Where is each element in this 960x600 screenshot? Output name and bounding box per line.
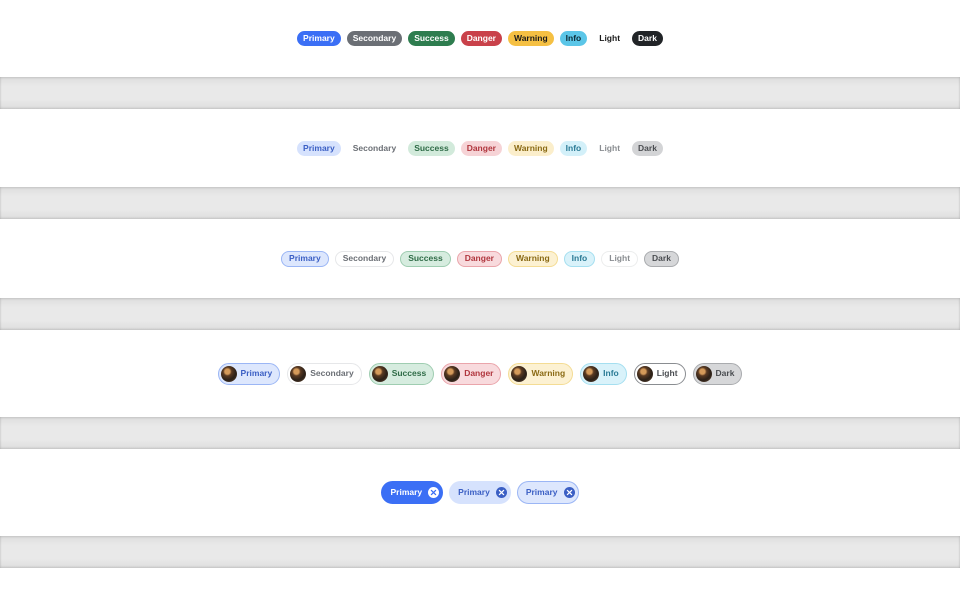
section-divider [0, 298, 960, 330]
section-divider [0, 77, 960, 109]
solid-badges-row: Primary Secondary Success Danger Warning Info… [0, 30, 960, 47]
avatar [636, 365, 653, 382]
badge-danger: Danger [441, 362, 502, 385]
badge-warning: Warning [507, 31, 554, 46]
close-icon[interactable] [495, 486, 507, 498]
badge-danger: Danger [460, 141, 502, 156]
badge-label: Secondary [352, 143, 397, 154]
badge-warning: Warning [508, 362, 574, 385]
badge-primary: Primary [297, 141, 341, 156]
badge-dark: Dark [692, 362, 743, 385]
badge-label: Info [565, 143, 582, 154]
badge-info: Info [580, 362, 627, 385]
badge-label: Dark [638, 143, 657, 154]
avatar [290, 365, 307, 382]
badge-label: Success [414, 33, 449, 44]
close-icon[interactable] [428, 486, 440, 498]
badge-secondary: Secondary [347, 141, 402, 156]
badge-label: Primary [240, 368, 273, 379]
badge-primary: Primary [449, 480, 511, 504]
badge-label: Info [603, 368, 619, 379]
badge-primary: Primary [281, 250, 329, 267]
closable-badges-row: Primary Primary Primary [0, 480, 960, 504]
badge-label: Danger [464, 368, 494, 379]
badge-label: Primary [525, 486, 558, 497]
badge-info: Info [563, 250, 596, 267]
avatar-badges-row: Primary Secondary Success Danger Warning Info… [0, 362, 960, 385]
avatar [511, 365, 528, 382]
bordered-badges-row: Primary Secondary Success Danger Warning Info… [0, 250, 960, 267]
badge-label: Warning [513, 143, 548, 154]
avatar [444, 365, 461, 382]
badge-danger: Danger [456, 250, 502, 267]
badge-label: Primary [303, 143, 335, 154]
badge-label: Danger [466, 33, 496, 44]
badge-label: Primary [390, 486, 423, 497]
badge-secondary: Secondary [346, 31, 403, 46]
avatar [583, 365, 600, 382]
badge-label: Dark [638, 33, 657, 44]
section-divider [0, 187, 960, 219]
badge-dark: Dark [632, 141, 663, 156]
close-icon[interactable] [563, 486, 575, 498]
badge-warning: Warning [507, 250, 558, 267]
badge-dark: Dark [644, 250, 679, 267]
badge-label: Light [609, 253, 631, 264]
badge-label: Info [571, 253, 588, 264]
badge-label: Success [391, 368, 427, 379]
badge-info: Info [559, 31, 588, 46]
badge-light: Light [601, 250, 639, 267]
badge-light: Light [633, 362, 686, 385]
badge-label: Warning [513, 33, 548, 44]
soft-badges-row: Primary Secondary Success Danger Warning Info… [0, 140, 960, 157]
badge-label: Light [656, 368, 678, 379]
badge-light: Light [593, 141, 626, 156]
badge-secondary: Secondary [334, 250, 395, 267]
badge-secondary: Secondary [287, 362, 362, 385]
badge-label: Secondary [310, 368, 354, 379]
badge-primary: Primary [516, 480, 579, 504]
badge-label: Warning [515, 253, 550, 264]
section-divider [0, 536, 960, 568]
badge-label: Secondary [342, 253, 387, 264]
avatar [220, 365, 237, 382]
badge-success: Success [408, 31, 455, 46]
badge-light: Light [593, 31, 626, 46]
badge-label: Dark [652, 253, 671, 264]
badge-info: Info [559, 141, 588, 156]
badge-label: Warning [531, 368, 566, 379]
badge-label: Primary [303, 33, 335, 44]
badge-label: Light [599, 33, 621, 44]
badge-primary: Primary [297, 31, 341, 46]
badge-success: Success [408, 141, 455, 156]
badge-dark: Dark [632, 31, 663, 46]
avatar [695, 365, 712, 382]
badge-label: Info [565, 33, 582, 44]
badge-label: Primary [289, 253, 321, 264]
badge-label: Secondary [352, 33, 397, 44]
badge-primary: Primary [217, 362, 281, 385]
section-divider [0, 417, 960, 449]
badge-label: Success [408, 253, 443, 264]
badge-danger: Danger [460, 31, 502, 46]
badge-label: Primary [458, 486, 490, 497]
badge-label: Dark [715, 368, 735, 379]
badge-label: Danger [466, 143, 496, 154]
badge-label: Light [599, 143, 621, 154]
avatar [371, 365, 388, 382]
badge-success: Success [400, 250, 451, 267]
badge-warning: Warning [507, 141, 554, 156]
badge-primary: Primary [381, 480, 444, 504]
badge-label: Success [414, 143, 449, 154]
badge-success: Success [368, 362, 435, 385]
badge-label: Danger [464, 253, 494, 264]
